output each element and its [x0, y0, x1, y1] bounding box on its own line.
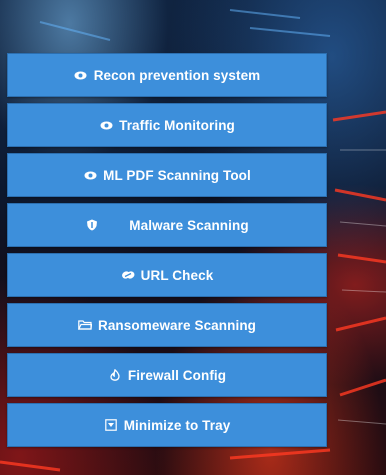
- fire-icon: [108, 369, 122, 381]
- malware-scanning-button[interactable]: Malware Scanning: [7, 203, 327, 247]
- url-check-button[interactable]: URL Check: [7, 253, 327, 297]
- eye-icon: [99, 119, 113, 131]
- link-icon: [121, 269, 135, 281]
- folder-icon: [77, 319, 92, 331]
- ml-pdf-scanning-button[interactable]: ML PDF Scanning Tool: [7, 153, 327, 197]
- ransomeware-scanning-button[interactable]: Ransomeware Scanning: [7, 303, 327, 347]
- eye-icon: [83, 169, 97, 181]
- main-menu: Recon prevention system Traffic Monitori…: [7, 53, 327, 453]
- malware-scanning-label: Malware Scanning: [129, 217, 249, 233]
- shield-icon: [85, 219, 99, 231]
- firewall-config-label: Firewall Config: [127, 367, 227, 383]
- minimize-to-tray-label: Minimize to Tray: [123, 417, 231, 433]
- minimize-to-tray-button[interactable]: Minimize to Tray: [7, 403, 327, 447]
- recon-prevention-label: Recon prevention system: [93, 67, 261, 83]
- traffic-monitoring-label: Traffic Monitoring: [119, 117, 235, 133]
- url-check-label: URL Check: [140, 267, 214, 283]
- firewall-config-button[interactable]: Firewall Config: [7, 353, 327, 397]
- ml-pdf-scanning-label: ML PDF Scanning Tool: [103, 167, 251, 183]
- minimize-icon: [104, 419, 118, 431]
- ransomeware-scanning-label: Ransomeware Scanning: [97, 317, 257, 333]
- eye-icon: [74, 69, 88, 81]
- recon-prevention-button[interactable]: Recon prevention system: [7, 53, 327, 97]
- traffic-monitoring-button[interactable]: Traffic Monitoring: [7, 103, 327, 147]
